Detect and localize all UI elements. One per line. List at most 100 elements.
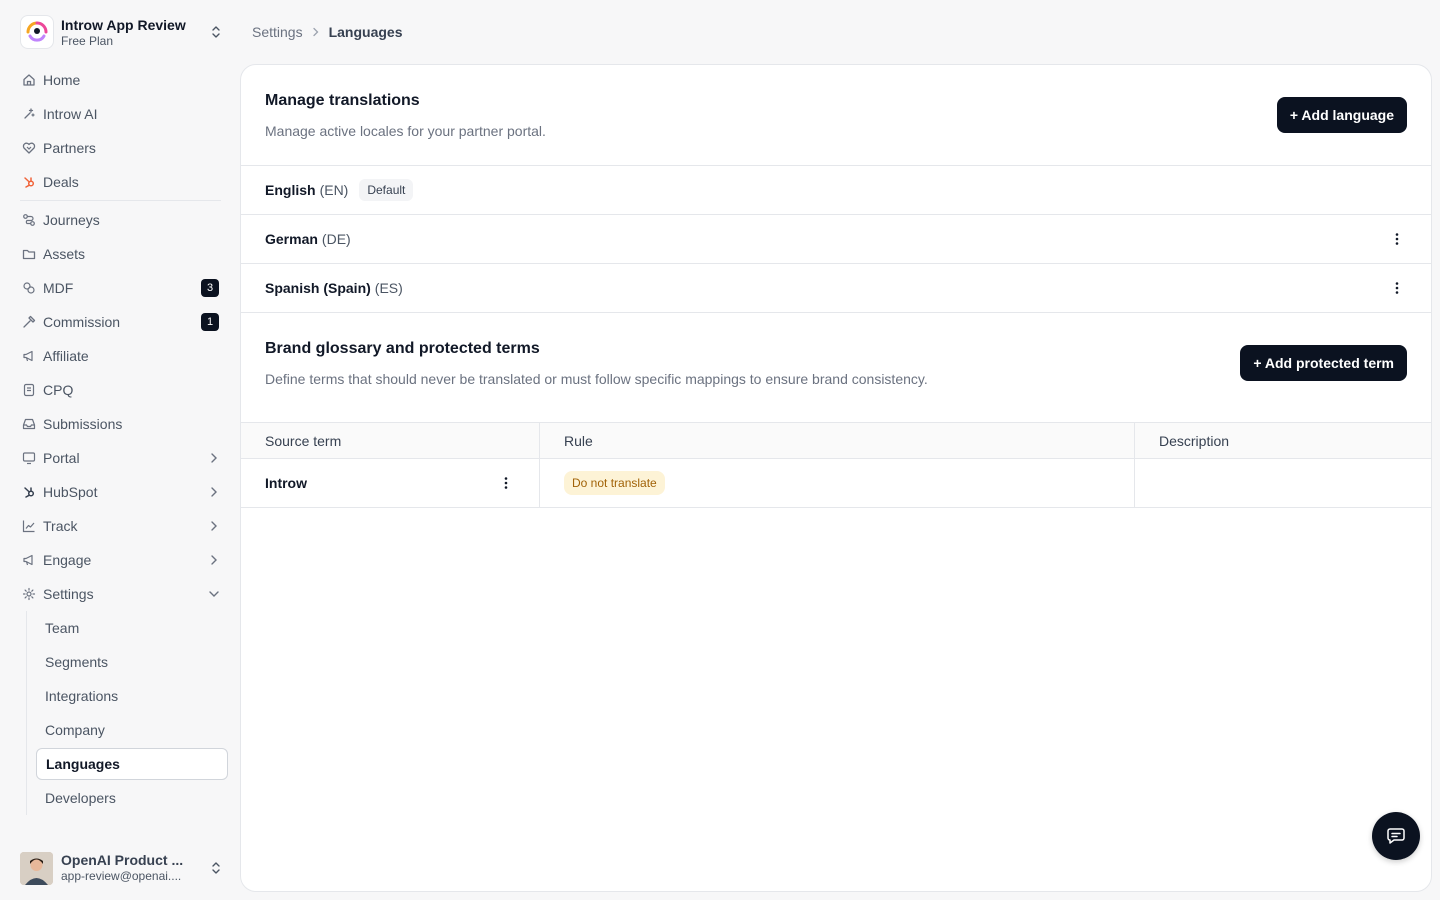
chevron-up-down-icon bbox=[212, 862, 220, 874]
chart-line-icon bbox=[22, 520, 35, 533]
user-menu[interactable]: OpenAI Product ... app-review@openai.... bbox=[20, 851, 224, 885]
introw-logo-icon bbox=[20, 15, 54, 49]
language-code: (EN) bbox=[319, 182, 349, 198]
chevron-right-icon bbox=[211, 487, 217, 497]
sidebar-item-hubspot[interactable]: HubSpot bbox=[20, 475, 221, 509]
language-name: German bbox=[265, 231, 318, 247]
more-vertical-icon[interactable] bbox=[498, 475, 514, 491]
sidebar-item-journeys[interactable]: Journeys bbox=[20, 203, 221, 237]
sidebar-item-mdf[interactable]: MDF 3 bbox=[20, 271, 221, 305]
language-row-en: English (EN) Default bbox=[241, 166, 1431, 215]
breadcrumb-current: Languages bbox=[328, 24, 403, 40]
add-language-button[interactable]: + Add language bbox=[1276, 97, 1407, 133]
language-name: Spanish (Spain) bbox=[265, 280, 371, 296]
glossary-description: Define terms that should never be transl… bbox=[265, 371, 928, 387]
sidebar-subitem-languages[interactable]: Languages bbox=[36, 748, 228, 780]
chevron-up-down-icon bbox=[212, 26, 220, 38]
chevron-right-icon bbox=[211, 555, 217, 565]
language-code: (DE) bbox=[321, 231, 351, 247]
glossary-header: Brand glossary and protected terms Defin… bbox=[241, 313, 1431, 422]
description-cell bbox=[1135, 459, 1431, 507]
language-row-de: German (DE) bbox=[241, 215, 1431, 264]
sidebar-item-assets[interactable]: Assets bbox=[20, 237, 221, 271]
sidebar-item-label: Deals bbox=[43, 174, 79, 190]
sidebar-item-label: Settings bbox=[43, 586, 94, 602]
source-term-cell: Introw bbox=[241, 459, 540, 507]
count-badge: 1 bbox=[201, 313, 219, 331]
sidebar-subitem-developers[interactable]: Developers bbox=[36, 781, 228, 815]
sidebar-item-label: Commission bbox=[43, 314, 121, 330]
sidebar-item-label: HubSpot bbox=[43, 484, 98, 500]
rule-badge: Do not translate bbox=[564, 471, 665, 495]
default-badge: Default bbox=[359, 179, 414, 201]
sidebar-subitem-team[interactable]: Team bbox=[36, 611, 228, 645]
glossary-title: Brand glossary and protected terms bbox=[265, 340, 540, 357]
workspace-plan: Free Plan bbox=[61, 33, 114, 48]
chat-support-button[interactable] bbox=[1372, 812, 1420, 860]
gear-icon bbox=[22, 587, 36, 601]
hubspot-icon bbox=[24, 487, 35, 498]
chevron-right-icon bbox=[211, 453, 217, 463]
breadcrumb-settings-link[interactable]: Settings bbox=[252, 24, 303, 40]
megaphone-icon bbox=[23, 350, 33, 362]
sidebar-item-label: Journeys bbox=[43, 212, 100, 228]
sidebar-item-label: CPQ bbox=[43, 382, 74, 398]
sidebar-item-partners[interactable]: Partners bbox=[20, 131, 221, 165]
more-vertical-icon[interactable] bbox=[1389, 231, 1405, 247]
megaphone-icon bbox=[23, 554, 33, 566]
inbox-icon bbox=[22, 418, 36, 430]
hammer-icon bbox=[23, 315, 36, 328]
sidebar-subitem-integrations[interactable]: Integrations bbox=[36, 679, 228, 713]
sparkle-icon bbox=[24, 108, 35, 119]
language-code: (ES) bbox=[374, 280, 403, 296]
chat-icon bbox=[1387, 828, 1405, 844]
user-name: OpenAI Product ... bbox=[61, 852, 184, 868]
sidebar-item-deals[interactable]: Deals bbox=[20, 165, 221, 199]
nav-divider bbox=[20, 200, 221, 201]
workspace-switcher[interactable]: Introw App Review Free Plan bbox=[20, 14, 224, 50]
sidebar-item-commission[interactable]: Commission 1 bbox=[20, 305, 221, 339]
sidebar-item-label: Introw AI bbox=[43, 106, 98, 122]
column-header-rule: Rule bbox=[540, 423, 1135, 458]
column-header-description: Description bbox=[1159, 432, 1230, 449]
add-protected-term-button[interactable]: + Add protected term bbox=[1240, 345, 1407, 381]
language-row-es: Spanish (Spain) (ES) bbox=[241, 264, 1431, 313]
breadcrumb: Settings Languages bbox=[252, 22, 403, 42]
translations-header: Manage translations Manage active locale… bbox=[241, 65, 1431, 166]
sidebar: Introw App Review Free Plan Home Introw … bbox=[0, 0, 240, 900]
sidebar-item-label: Partners bbox=[43, 140, 96, 156]
monitor-icon bbox=[22, 452, 36, 465]
handshake-icon bbox=[22, 142, 36, 154]
workspace-name: Introw App Review bbox=[61, 16, 186, 33]
sidebar-item-engage[interactable]: Engage bbox=[20, 543, 221, 577]
sidebar-item-label: Assets bbox=[43, 246, 86, 262]
source-term: Introw bbox=[265, 475, 307, 491]
chevron-right-icon bbox=[211, 521, 217, 531]
settings-submenu: Team Segments Integrations Company Langu… bbox=[26, 611, 228, 815]
more-vertical-icon[interactable] bbox=[1389, 280, 1405, 296]
sidebar-item-label: Home bbox=[43, 72, 81, 88]
chevron-right-icon bbox=[312, 27, 319, 37]
translations-title: Manage translations bbox=[265, 92, 420, 109]
sidebar-subitem-segments[interactable]: Segments bbox=[36, 645, 228, 679]
sidebar-item-cpq[interactable]: CPQ bbox=[20, 373, 221, 407]
sidebar-item-affiliate[interactable]: Affiliate bbox=[20, 339, 221, 373]
sidebar-item-submissions[interactable]: Submissions bbox=[20, 407, 221, 441]
avatar bbox=[20, 851, 53, 885]
receipt-icon bbox=[23, 383, 35, 397]
sidebar-item-introw-ai[interactable]: Introw AI bbox=[20, 97, 221, 131]
sidebar-item-label: MDF bbox=[43, 280, 74, 296]
sidebar-item-track[interactable]: Track bbox=[20, 509, 221, 543]
folder-icon bbox=[22, 249, 36, 260]
home-icon bbox=[23, 74, 35, 86]
table-header: Source term Rule Description bbox=[241, 422, 1431, 459]
glossary-table: Source term Rule Description Introw Do n… bbox=[241, 422, 1431, 508]
sidebar-item-label: Affiliate bbox=[43, 348, 89, 364]
sidebar-subitem-company[interactable]: Company bbox=[36, 713, 228, 747]
sidebar-item-label: Portal bbox=[43, 450, 80, 466]
sidebar-item-home[interactable]: Home bbox=[20, 63, 221, 97]
sidebar-item-portal[interactable]: Portal bbox=[20, 441, 221, 475]
sidebar-item-label: Track bbox=[43, 518, 78, 534]
route-icon bbox=[23, 214, 35, 226]
sidebar-item-settings[interactable]: Settings bbox=[20, 577, 221, 611]
